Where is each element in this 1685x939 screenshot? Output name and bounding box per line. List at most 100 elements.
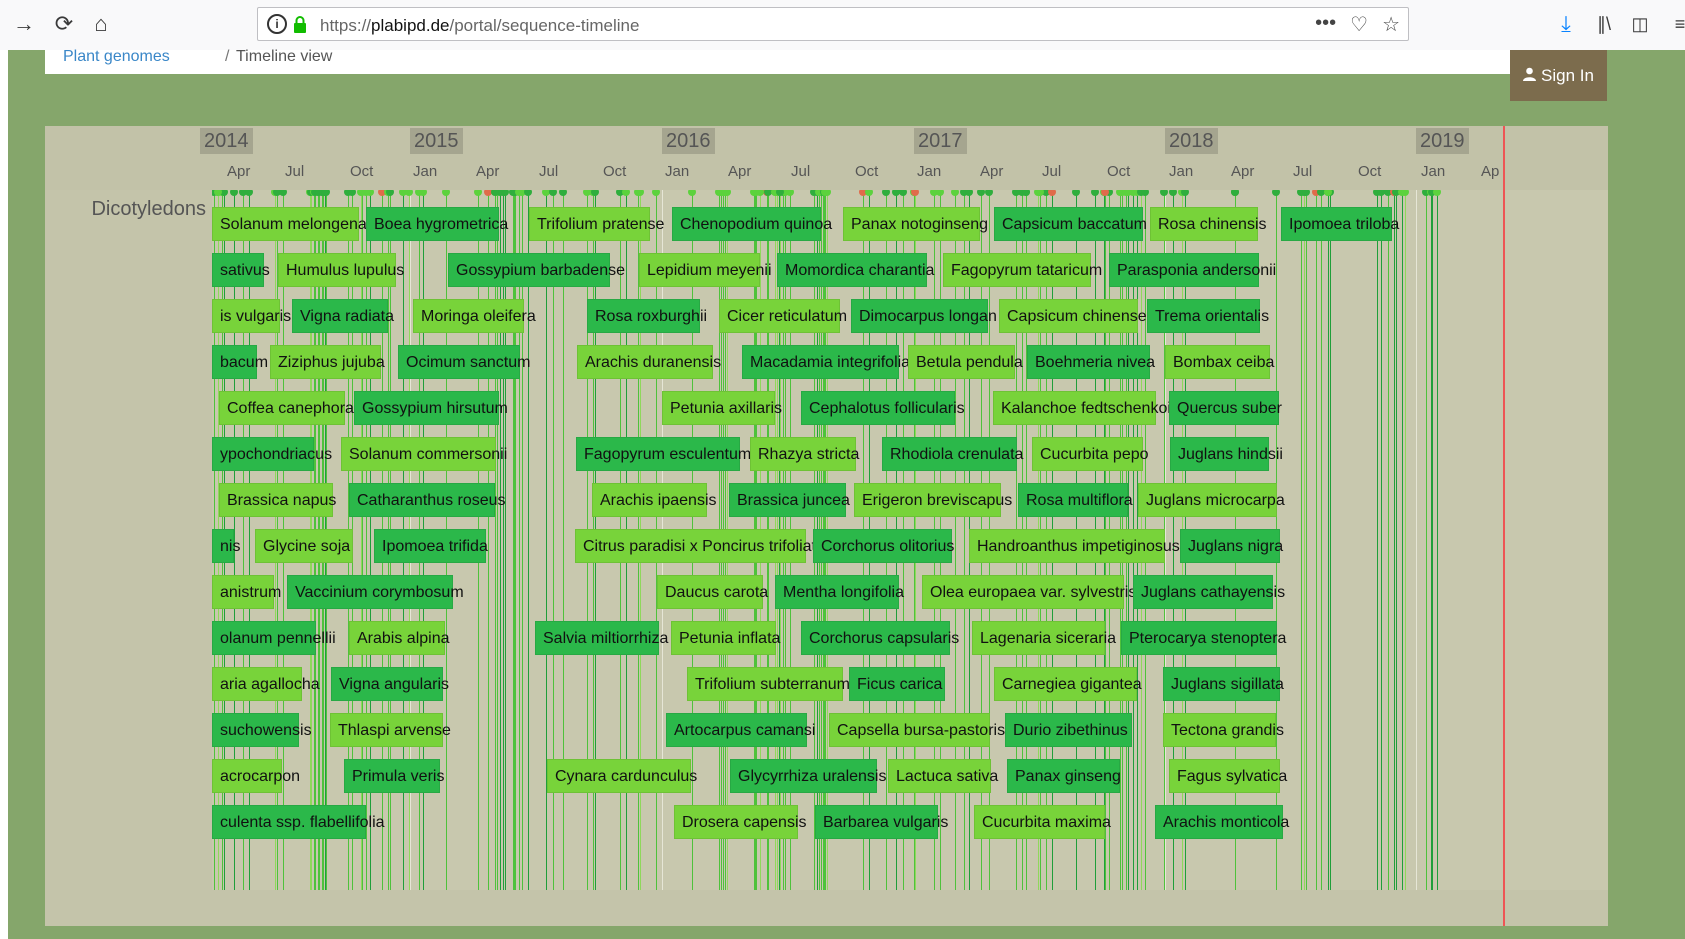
genome-event[interactable]: Momordica charantia bbox=[777, 253, 934, 287]
genome-event[interactable]: Trema orientalis bbox=[1147, 299, 1269, 333]
genome-event[interactable]: Artocarpus camansi bbox=[666, 713, 815, 747]
genome-event[interactable]: nis bbox=[212, 529, 240, 563]
genome-event[interactable]: Olea europaea var. sylvestris bbox=[922, 575, 1136, 609]
genome-event[interactable]: Vigna radiata bbox=[292, 299, 394, 333]
genome-event[interactable]: Brassica napus bbox=[219, 483, 336, 517]
genome-event[interactable]: Macadamia integrifolia bbox=[742, 345, 910, 379]
timeline[interactable]: 2014 2015 2016 2017 2018 2019 Apr Jul Oct Jan Apr… bbox=[45, 126, 1608, 926]
event-dot[interactable] bbox=[442, 190, 450, 196]
library-icon[interactable]: ∥\ bbox=[1590, 10, 1618, 38]
event-dot[interactable] bbox=[230, 190, 238, 196]
genome-event[interactable]: Petunia axillaris bbox=[662, 391, 782, 425]
home-icon[interactable]: ⌂ bbox=[87, 10, 115, 38]
genome-event[interactable]: Capsella bursa-pastoris bbox=[829, 713, 1005, 747]
genome-event[interactable]: Barbarea vulgaris bbox=[815, 805, 948, 839]
genome-event[interactable]: Cicer reticulatum bbox=[719, 299, 847, 333]
event-dot[interactable] bbox=[1377, 190, 1385, 196]
genome-event[interactable]: Arachis duranensis bbox=[577, 345, 721, 379]
event-dot[interactable] bbox=[1272, 190, 1280, 196]
event-dot[interactable] bbox=[1231, 190, 1239, 196]
back-arrow-icon[interactable]: → bbox=[10, 10, 38, 38]
genome-event[interactable]: Primula veris bbox=[344, 759, 444, 793]
timeline-plot[interactable]: Solanum melongena Boea hygrometrica Trifol… bbox=[212, 190, 1608, 890]
url-bar[interactable]: i https://plabipd.de/portal/sequence-tim… bbox=[257, 7, 1409, 41]
genome-event[interactable]: Arabis alpina bbox=[349, 621, 450, 655]
genome-event[interactable]: Dimocarpus longan bbox=[851, 299, 997, 333]
genome-event[interactable]: Capsicum chinense bbox=[999, 299, 1147, 333]
genome-event[interactable]: Trifolium subterranum bbox=[687, 667, 850, 701]
genome-event[interactable]: Erigeron breviscapus bbox=[854, 483, 1012, 517]
genome-event[interactable]: Carnegiea gigantea bbox=[994, 667, 1142, 701]
genome-event[interactable]: Tectona grandis bbox=[1163, 713, 1284, 747]
genome-event[interactable]: Vaccinium corymbosum bbox=[287, 575, 464, 609]
genome-event[interactable]: acrocarpon bbox=[212, 759, 300, 793]
event-dot[interactable] bbox=[474, 190, 482, 196]
event-dot[interactable] bbox=[386, 190, 394, 196]
genome-event[interactable]: Glycine soja bbox=[255, 529, 353, 563]
genome-event[interactable]: Moringa oleifera bbox=[413, 299, 536, 333]
genome-event[interactable]: Capsicum baccatum bbox=[994, 207, 1147, 241]
genome-event[interactable]: sativus bbox=[212, 253, 270, 287]
genome-event[interactable]: bacum bbox=[212, 345, 268, 379]
genome-event[interactable]: Petunia inflata bbox=[671, 621, 780, 655]
genome-event[interactable]: Drosera capensis bbox=[674, 805, 807, 839]
genome-event[interactable]: Corchorus capsularis bbox=[801, 621, 959, 655]
genome-event[interactable]: Parasponia andersonii bbox=[1109, 253, 1276, 287]
event-dot[interactable] bbox=[1072, 190, 1080, 196]
genome-event[interactable]: suchowensis bbox=[212, 713, 312, 747]
genome-event[interactable]: Thlaspi arvense bbox=[330, 713, 451, 747]
event-dot[interactable] bbox=[524, 190, 532, 196]
event-dot[interactable] bbox=[985, 190, 993, 196]
genome-event[interactable]: Rhodiola crenulata bbox=[882, 437, 1023, 471]
genome-event[interactable]: Ipomoea trifida bbox=[374, 529, 488, 563]
event-dot[interactable] bbox=[977, 190, 985, 196]
event-dot[interactable] bbox=[1141, 190, 1149, 196]
event-dot[interactable] bbox=[1091, 190, 1099, 196]
event-dot[interactable] bbox=[1302, 190, 1310, 196]
event-dot[interactable] bbox=[688, 190, 696, 196]
event-dot[interactable] bbox=[279, 190, 287, 196]
genome-event[interactable]: Lepidium meyenii bbox=[639, 253, 772, 287]
genome-event[interactable]: Citrus paradisi x Poncirus trifoliata bbox=[575, 529, 825, 563]
genome-event[interactable]: Lactuca sativa bbox=[888, 759, 998, 793]
event-dot[interactable] bbox=[892, 190, 900, 196]
genome-event[interactable]: Ipomoea triloba bbox=[1281, 207, 1399, 241]
genome-event[interactable]: Handroanthus impetiginosus bbox=[969, 529, 1180, 563]
event-dot[interactable] bbox=[965, 190, 973, 196]
genome-event[interactable]: Fagopyrum tataricum bbox=[943, 253, 1102, 287]
genome-event[interactable]: Corchorus olitorius bbox=[813, 529, 954, 563]
event-dot[interactable] bbox=[245, 190, 253, 196]
genome-event[interactable]: Cynara cardunculus bbox=[547, 759, 697, 793]
genome-event[interactable]: Ziziphus jujuba bbox=[270, 345, 385, 379]
genome-event[interactable]: Salvia miltiorrhiza bbox=[535, 621, 668, 655]
genome-event[interactable]: Betula pendula bbox=[908, 345, 1023, 379]
genome-event[interactable]: Brassica juncea bbox=[729, 483, 850, 517]
genome-event[interactable]: Bombax ceiba bbox=[1165, 345, 1274, 379]
genome-event[interactable]: Cephalotus follicularis bbox=[801, 391, 965, 425]
genome-event[interactable]: Fagopyrum esculentum bbox=[576, 437, 751, 471]
genome-event[interactable]: Quercus suber bbox=[1169, 391, 1282, 425]
download-icon[interactable]: ⤓ bbox=[1552, 10, 1580, 38]
genome-event[interactable]: Catharanthus roseus bbox=[349, 483, 506, 517]
sidebar-icon[interactable]: ◫ bbox=[1626, 10, 1654, 38]
genome-event[interactable]: Rosa multiflora bbox=[1018, 483, 1133, 517]
genome-event[interactable]: olanum pennellii bbox=[212, 621, 336, 655]
breadcrumb-home-link[interactable]: Plant genomes bbox=[63, 48, 170, 66]
genome-event[interactable]: Cucurbita maxima bbox=[974, 805, 1111, 839]
bookmark-star-icon[interactable]: ☆ bbox=[1382, 12, 1400, 37]
event-dot[interactable] bbox=[1181, 190, 1189, 196]
genome-event[interactable]: culenta ssp. flabellifolia bbox=[212, 805, 385, 839]
genome-event[interactable]: Cucurbita pepo bbox=[1032, 437, 1149, 471]
event-dot[interactable] bbox=[951, 190, 959, 196]
event-dot[interactable] bbox=[882, 190, 890, 196]
event-dot[interactable] bbox=[652, 190, 660, 196]
genome-event[interactable]: Rosa chinensis bbox=[1150, 207, 1267, 241]
event-dot[interactable] bbox=[622, 190, 630, 196]
event-dot[interactable] bbox=[559, 190, 567, 196]
event-dot[interactable] bbox=[899, 190, 907, 196]
genome-event[interactable]: Mentha longifolia bbox=[775, 575, 904, 609]
genome-event[interactable]: Juglans microcarpa bbox=[1138, 483, 1285, 517]
reload-icon[interactable]: ⟳ bbox=[50, 10, 78, 38]
genome-event[interactable]: Gossypium hirsutum bbox=[354, 391, 508, 425]
genome-event[interactable]: Rosa roxburghii bbox=[587, 299, 707, 333]
